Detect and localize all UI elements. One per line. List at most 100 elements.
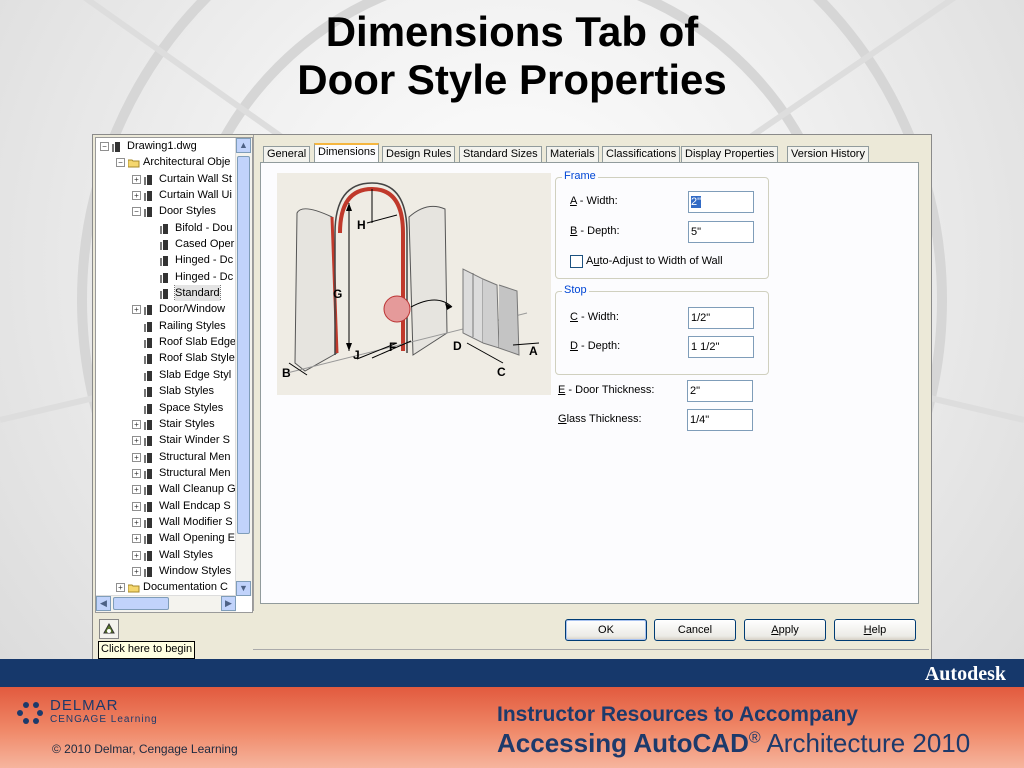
- view-toggle-icon[interactable]: [99, 619, 119, 639]
- expand-icon[interactable]: +: [132, 452, 141, 462]
- style-tree[interactable]: − Drawing1.dwg − Architectural Obje + Curtain…: [95, 137, 253, 613]
- help-button[interactable]: Help: [834, 619, 916, 641]
- tab-version-history[interactable]: Version History: [787, 146, 869, 162]
- tree-item[interactable]: Slab Styles: [96, 383, 236, 399]
- roof-slab-icon: [144, 353, 155, 365]
- scroll-up-arrow-icon[interactable]: ▲: [236, 138, 251, 153]
- collapse-icon[interactable]: −: [100, 142, 109, 151]
- railing-icon: [144, 321, 155, 332]
- collapse-icon[interactable]: −: [116, 158, 125, 168]
- expand-icon[interactable]: +: [132, 436, 141, 446]
- tree-item[interactable]: + Wall Styles: [96, 547, 236, 563]
- door-thickness-input[interactable]: 2": [687, 380, 753, 402]
- cancel-button[interactable]: Cancel: [654, 619, 736, 641]
- tree-item[interactable]: Railing Styles: [96, 318, 236, 334]
- tree-item[interactable]: Roof Slab Edge: [96, 334, 236, 350]
- frame-width-input[interactable]: 2": [688, 191, 754, 213]
- expand-icon[interactable]: +: [132, 468, 141, 478]
- tree-item[interactable]: Cased Oper: [96, 236, 236, 252]
- wall-modifier-icon: [144, 517, 155, 528]
- expand-icon[interactable]: +: [132, 566, 141, 576]
- tree-item[interactable]: + Wall Endcap S: [96, 498, 236, 514]
- tree-item-label: Roof Slab Style: [159, 352, 235, 365]
- glass-thickness-input[interactable]: 1/4": [687, 409, 753, 431]
- window-icon: [144, 566, 155, 577]
- door-thickness-label: E - Door Thickness:: [558, 384, 655, 396]
- tree-item[interactable]: + Structural Men: [96, 465, 236, 481]
- expand-icon[interactable]: +: [132, 501, 141, 511]
- tree-item-label: Documentation C: [143, 581, 228, 594]
- tab-classifications[interactable]: Classifications: [602, 146, 681, 162]
- tree-item[interactable]: + Stair Styles: [96, 416, 236, 432]
- stop-depth-input[interactable]: 1 1/2": [688, 336, 754, 358]
- expand-icon[interactable]: +: [132, 534, 141, 544]
- label-g: G: [333, 287, 342, 301]
- tree-item[interactable]: Hinged - Dc: [96, 269, 236, 285]
- expand-icon[interactable]: +: [132, 305, 141, 315]
- tree-item[interactable]: Slab Edge Styl: [96, 367, 236, 383]
- expand-icon[interactable]: +: [132, 550, 141, 560]
- tree-item-label: Drawing1.dwg: [127, 140, 197, 152]
- tree-item[interactable]: + Documentation C: [96, 579, 236, 595]
- scroll-thumb[interactable]: [237, 156, 250, 534]
- tree-item[interactable]: + Stair Winder S: [96, 432, 236, 448]
- tree-item[interactable]: Space Styles: [96, 400, 236, 416]
- apply-button[interactable]: Apply: [744, 619, 826, 641]
- expand-icon[interactable]: +: [132, 174, 141, 184]
- tree-item-label: Wall Styles: [159, 548, 213, 561]
- tree-item-label: Railing Styles: [159, 319, 226, 332]
- stop-width-input[interactable]: 1/2": [688, 307, 754, 329]
- tab-materials[interactable]: Materials: [546, 146, 599, 162]
- label-b: B: [282, 366, 291, 380]
- tree-item-label: Architectural Obje: [143, 156, 231, 169]
- tree-item[interactable]: + Curtain Wall Ui: [96, 187, 236, 203]
- tree-vertical-scrollbar[interactable]: ▲ ▼: [235, 138, 252, 596]
- auto-adjust-checkbox[interactable]: [570, 255, 583, 268]
- tree-item[interactable]: + Wall Cleanup G: [96, 481, 236, 497]
- tree-item[interactable]: − Architectural Obje: [96, 154, 236, 170]
- tree-item[interactable]: + Window Styles: [96, 563, 236, 579]
- tree-item[interactable]: + Structural Men: [96, 449, 236, 465]
- expand-icon[interactable]: +: [132, 517, 141, 527]
- tree-horizontal-scrollbar[interactable]: ◀ ▶: [96, 595, 236, 612]
- tab-dimensions[interactable]: Dimensions: [314, 143, 380, 163]
- slab-edge-icon: [144, 370, 155, 381]
- door-icon: [160, 239, 171, 251]
- tab-standard-sizes[interactable]: Standard Sizes: [459, 146, 542, 162]
- pane-splitter[interactable]: [253, 135, 258, 611]
- expand-icon[interactable]: +: [132, 191, 141, 201]
- tree-item[interactable]: + Curtain Wall St: [96, 171, 236, 187]
- tooltip: Click here to begin: [98, 641, 196, 659]
- collapse-icon[interactable]: −: [132, 207, 141, 217]
- drawing-icon: [112, 141, 123, 152]
- ok-button[interactable]: OK: [565, 619, 647, 641]
- hscroll-thumb[interactable]: [113, 597, 169, 610]
- resource-line-2: Accessing AutoCAD® Architecture 2010: [497, 728, 971, 758]
- frame-depth-input[interactable]: 5": [688, 221, 754, 243]
- expand-icon[interactable]: +: [116, 583, 125, 593]
- tab-general[interactable]: General: [263, 146, 311, 162]
- tab-display-properties[interactable]: Display Properties: [681, 146, 779, 162]
- expand-icon[interactable]: +: [132, 419, 141, 429]
- tree-item[interactable]: Standard: [96, 285, 236, 302]
- tree-item-label: Cased Oper: [175, 238, 235, 251]
- tree-item[interactable]: + Wall Modifier S: [96, 514, 236, 530]
- tree-item[interactable]: + Door/Window: [96, 301, 236, 317]
- tree-item-label: Space Styles: [159, 401, 224, 414]
- door-icon: [160, 272, 171, 283]
- scroll-right-arrow-icon[interactable]: ▶: [221, 596, 236, 611]
- expand-icon[interactable]: +: [132, 485, 141, 495]
- stop-group: Stop C - Width: 1/2" D - Depth: 1 1/2": [555, 284, 769, 375]
- scroll-left-arrow-icon[interactable]: ◀: [96, 596, 111, 611]
- tree-item-label: Slab Edge Styl: [159, 368, 232, 381]
- tree-item[interactable]: Bifold - Dou: [96, 220, 236, 236]
- tree-item[interactable]: Roof Slab Style: [96, 350, 236, 366]
- scroll-down-arrow-icon[interactable]: ▼: [236, 581, 251, 596]
- tree-item[interactable]: − Drawing1.dwg: [96, 138, 236, 154]
- tree-item[interactable]: − Door Styles: [96, 203, 236, 219]
- stop-group-label: Stop: [562, 284, 589, 296]
- tree-item[interactable]: + Wall Opening E: [96, 530, 236, 546]
- tree-item[interactable]: Hinged - Dc: [96, 252, 236, 268]
- glass-thickness-label: Glass Thickness:: [558, 413, 642, 425]
- tab-design-rules[interactable]: Design Rules: [382, 146, 456, 162]
